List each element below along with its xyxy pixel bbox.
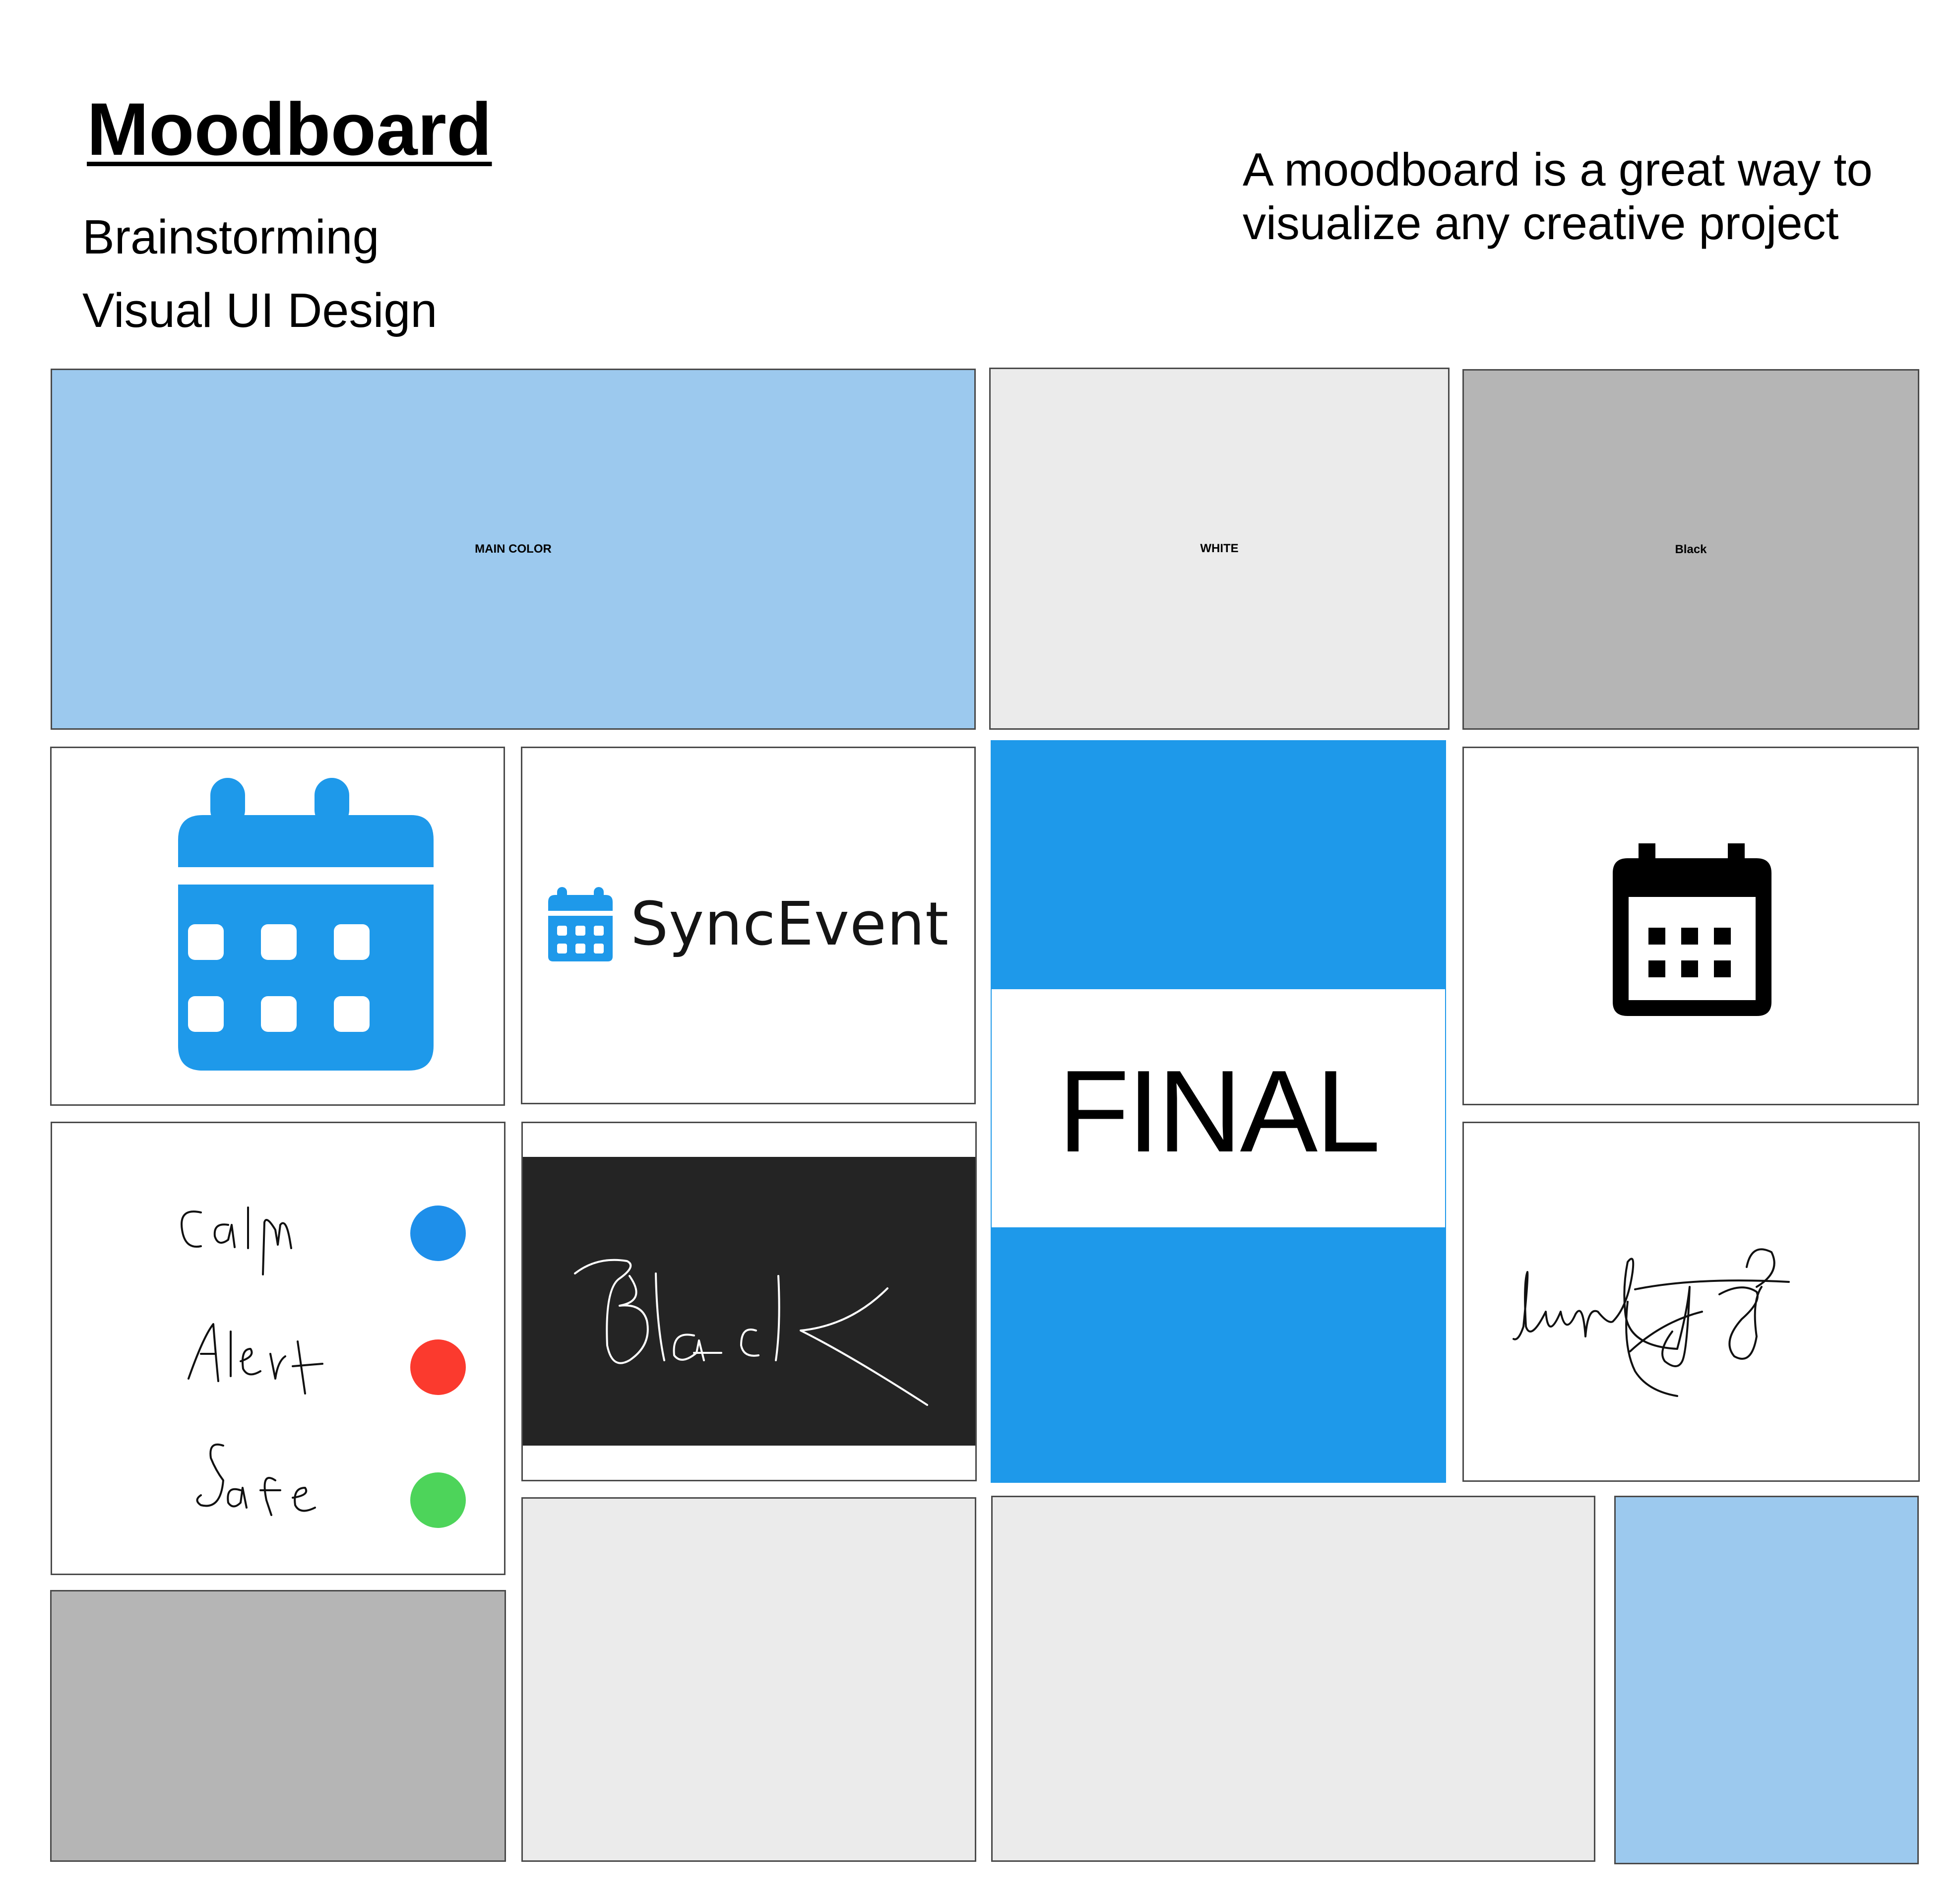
swatch-black: Black [1462,369,1919,730]
tile-calendar-blue [50,747,505,1106]
tile-handwritten-black [521,1122,977,1481]
calendar-icon [548,887,613,961]
mood-dot-calm [410,1206,466,1261]
swatch-label-black: Black [1675,542,1707,556]
tile-syncevent-logo: SyncEvent [521,747,976,1104]
mood-dot-alert [410,1339,466,1395]
swatch-white-bottom-2 [991,1496,1595,1862]
calendar-outline-icon [1613,843,1771,1016]
syncevent-wordmark: SyncEvent [631,889,949,959]
swatch-label-main-color: MAIN COLOR [475,542,552,556]
handwritten-black-word [574,1259,928,1406]
swatch-blue-bottom-right [1614,1496,1919,1864]
tile-final: FINAL [991,740,1446,1483]
handwritten-signature [1513,1248,1790,1397]
mood-dot-safe [410,1472,466,1528]
black-panel [523,1157,975,1446]
calendar-icon [178,778,434,1071]
tile-mood-colors [51,1122,505,1575]
swatch-white-bottom-1 [521,1497,976,1862]
swatch-main-color: MAIN COLOR [51,369,976,730]
subtitle-visual-ui-design: Visual UI Design [82,283,438,337]
tile-signature [1462,1122,1920,1482]
final-band: FINAL [992,989,1445,1227]
description-text: A moodboard is a great way to visualize … [1243,143,1873,250]
swatch-white: WHITE [989,368,1450,730]
final-label: FINAL [1058,1045,1381,1176]
syncevent-logo: SyncEvent [546,887,949,961]
tile-calendar-black [1462,747,1919,1105]
page-title: Moodboard [87,87,492,171]
swatch-label-white: WHITE [1200,542,1239,555]
subtitle-brainstorming: Brainstorming [82,210,379,264]
swatch-gray-bottom-left [50,1590,506,1862]
